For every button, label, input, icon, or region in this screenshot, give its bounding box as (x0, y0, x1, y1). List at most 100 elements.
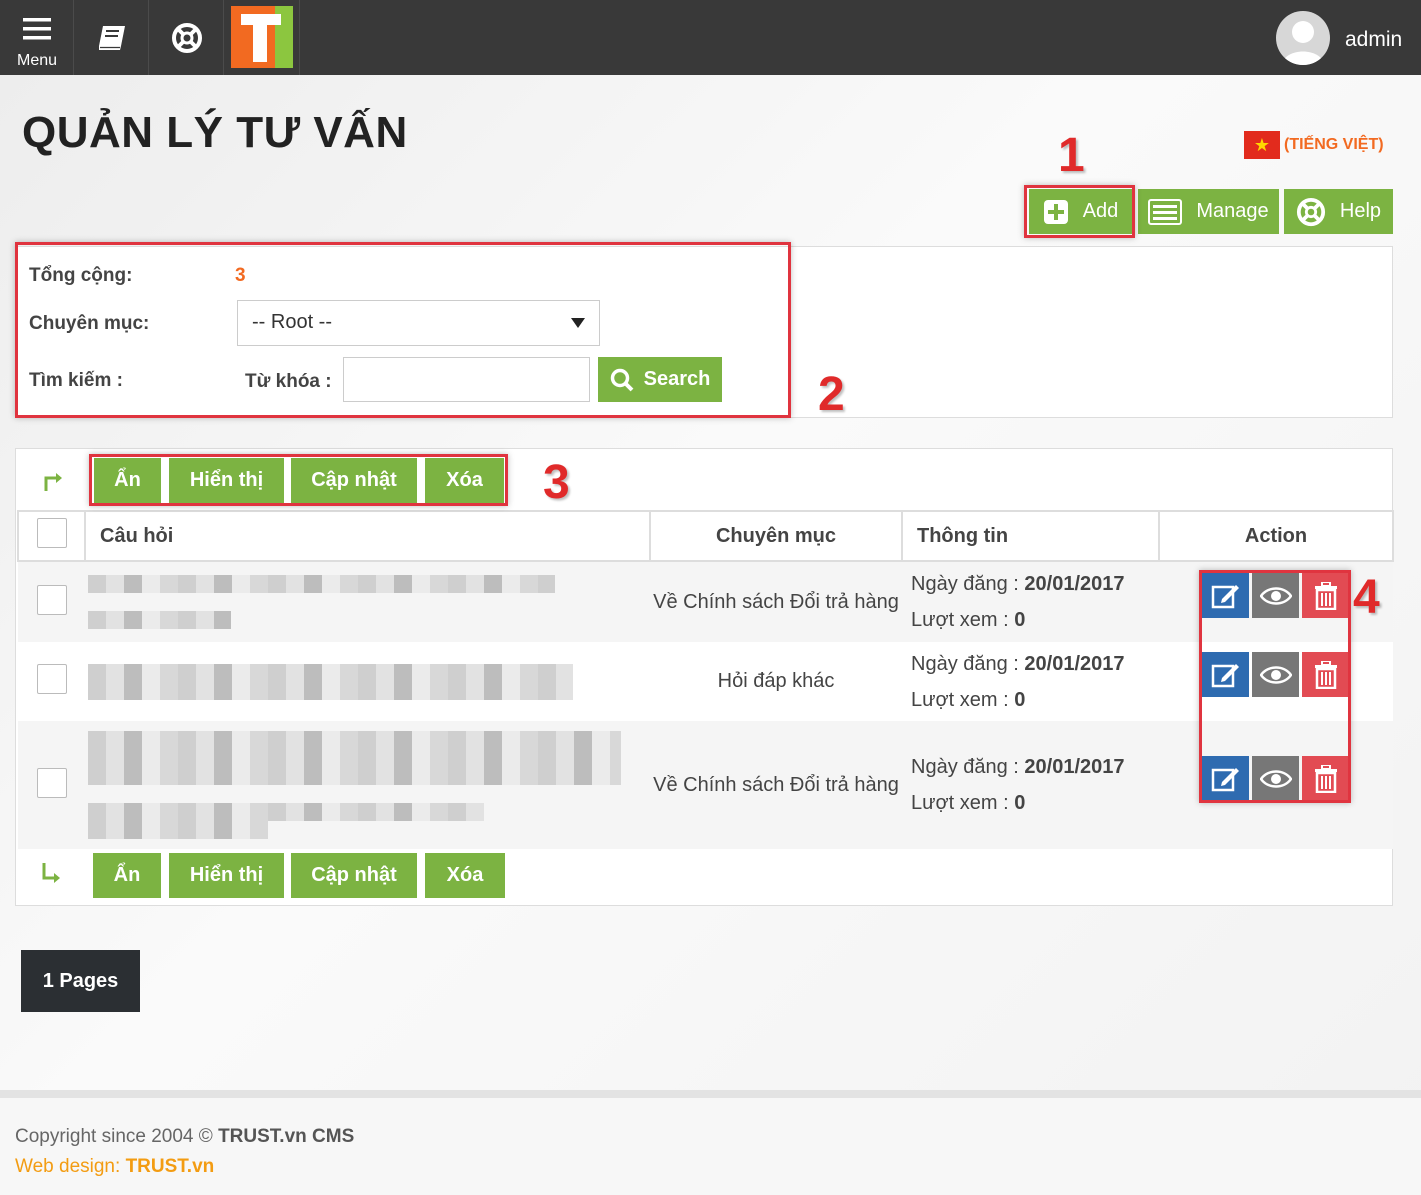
language-switch[interactable]: ★ (TIẾNG VIỆT) (1244, 131, 1384, 159)
add-button[interactable]: Add (1029, 189, 1132, 234)
avatar-icon (1282, 21, 1324, 65)
row-checkbox[interactable] (36, 664, 67, 694)
annotation-number-3: 3 (543, 456, 570, 509)
menu-label: Menu (16, 52, 58, 69)
edit-icon (1211, 584, 1239, 608)
webdesign-prefix: Web design: (15, 1156, 121, 1177)
edit-button[interactable] (1202, 573, 1249, 618)
keyword-input[interactable] (343, 357, 590, 402)
search-button-label: Search (643, 368, 711, 390)
date-value: 20/01/2017 (1024, 756, 1125, 778)
user-name[interactable]: admin (1345, 28, 1402, 52)
book-icon (99, 26, 125, 50)
annotation-number-1: 1 (1058, 129, 1085, 182)
footer-divider (0, 1090, 1421, 1098)
book-button[interactable] (75, 0, 149, 75)
pagination[interactable]: 1 Pages (21, 950, 140, 1012)
views-label: Lượt xem : (911, 792, 1009, 814)
eye-icon (1259, 665, 1292, 684)
delete-button-top[interactable]: Xóa (425, 458, 504, 503)
table-row: Về Chính sách Đổi trả hàng Ngày đăng : 2… (18, 561, 1393, 642)
annotation-number-2: 2 (818, 368, 845, 421)
edit-icon (1211, 663, 1239, 687)
select-all-checkbox[interactable] (36, 518, 67, 548)
info-cell: Ngày đăng : 20/01/2017 Lượt xem : 0 (902, 721, 1159, 849)
view-button[interactable] (1252, 573, 1299, 618)
view-button[interactable] (1252, 652, 1299, 697)
date-value: 20/01/2017 (1024, 573, 1125, 595)
row-select-cell (18, 642, 85, 721)
date-label: Ngày đăng : (911, 573, 1019, 595)
search-label: Tìm kiếm : (29, 370, 123, 391)
trust-logo[interactable] (225, 0, 300, 75)
edit-button[interactable] (1202, 652, 1249, 697)
row-checkbox[interactable] (36, 584, 67, 615)
menu-icon (23, 18, 51, 40)
category-cell: Về Chính sách Đổi trả hàng (653, 773, 899, 796)
hide-button-bottom[interactable]: Ẩn (93, 853, 161, 898)
questions-table: Câu hỏi Chuyên mục Thông tin Action Về C… (17, 510, 1394, 849)
show-button-bottom[interactable]: Hiển thị (169, 853, 284, 898)
column-header-category[interactable]: Chuyên mục (649, 510, 903, 562)
avatar[interactable] (1276, 11, 1330, 65)
manage-button[interactable]: Manage (1138, 189, 1279, 234)
search-icon (610, 368, 634, 391)
question-text-blurred (88, 821, 268, 839)
show-button-top[interactable]: Hiển thị (169, 458, 284, 503)
hide-button-top[interactable]: Ẩn (94, 458, 161, 503)
delete-button[interactable] (1302, 756, 1349, 801)
delete-button[interactable] (1302, 652, 1349, 697)
delete-button-bottom[interactable]: Xóa (425, 853, 505, 898)
flag-icon: ★ (1244, 131, 1280, 159)
table-header: Câu hỏi Chuyên mục Thông tin Action (17, 510, 1394, 562)
add-label: Add (1082, 200, 1119, 222)
views-label: Lượt xem : (911, 688, 1009, 711)
view-button[interactable] (1252, 756, 1299, 801)
category-select[interactable]: -- Root -- (237, 300, 600, 346)
plus-icon (1043, 199, 1068, 224)
web-design: Web design: TRUST.vn (15, 1156, 214, 1178)
lifebuoy-icon (172, 23, 202, 53)
lifebuoy-icon (1296, 197, 1325, 226)
help-label: Help (1339, 200, 1382, 222)
edit-button[interactable] (1202, 756, 1249, 801)
question-cell[interactable] (85, 721, 650, 849)
search-button[interactable]: Search (598, 357, 722, 402)
category-cell: Về Chính sách Đổi trả hàng (653, 590, 899, 613)
total-value: 3 (235, 265, 246, 286)
date-value: 20/01/2017 (1024, 652, 1125, 675)
eye-icon (1259, 769, 1292, 788)
menu-button[interactable]: Menu (0, 0, 74, 75)
question-text-blurred (88, 803, 484, 821)
category-label: Chuyên mục: (29, 313, 150, 334)
question-text-blurred (88, 575, 555, 593)
question-cell[interactable] (85, 642, 650, 721)
table-row: Hỏi đáp khác Ngày đăng : 20/01/2017 Lượt… (18, 642, 1393, 721)
list-icon (1148, 198, 1183, 225)
question-cell[interactable] (85, 561, 650, 642)
keyword-label: Từ khóa : (245, 371, 332, 392)
trust-logo-icon (231, 6, 293, 68)
row-checkbox[interactable] (36, 767, 67, 798)
eye-icon (1259, 586, 1292, 605)
support-button[interactable] (150, 0, 224, 75)
webdesign-link[interactable]: TRUST.vn (126, 1156, 215, 1177)
views-value: 0 (1014, 792, 1026, 814)
info-cell: Ngày đăng : 20/01/2017 Lượt xem : 0 (902, 561, 1159, 642)
trash-icon (1314, 660, 1337, 689)
info-cell: Ngày đăng : 20/01/2017 Lượt xem : 0 (902, 642, 1159, 721)
arrow-down-right-icon (42, 863, 60, 883)
delete-button[interactable] (1302, 573, 1349, 618)
date-label: Ngày đăng : (911, 756, 1019, 778)
update-button-top[interactable]: Cập nhật (291, 458, 417, 503)
column-header-action: Action (1158, 510, 1394, 562)
update-button-bottom[interactable]: Cập nhật (291, 853, 417, 898)
views-value: 0 (1014, 609, 1026, 631)
column-header-question[interactable]: Câu hỏi (84, 510, 651, 562)
row-select-cell (18, 721, 85, 849)
help-button[interactable]: Help (1284, 189, 1393, 234)
question-text-blurred (88, 731, 621, 785)
column-header-info: Thông tin (901, 510, 1160, 562)
question-text-blurred (88, 663, 573, 700)
date-label: Ngày đăng : (911, 652, 1019, 675)
